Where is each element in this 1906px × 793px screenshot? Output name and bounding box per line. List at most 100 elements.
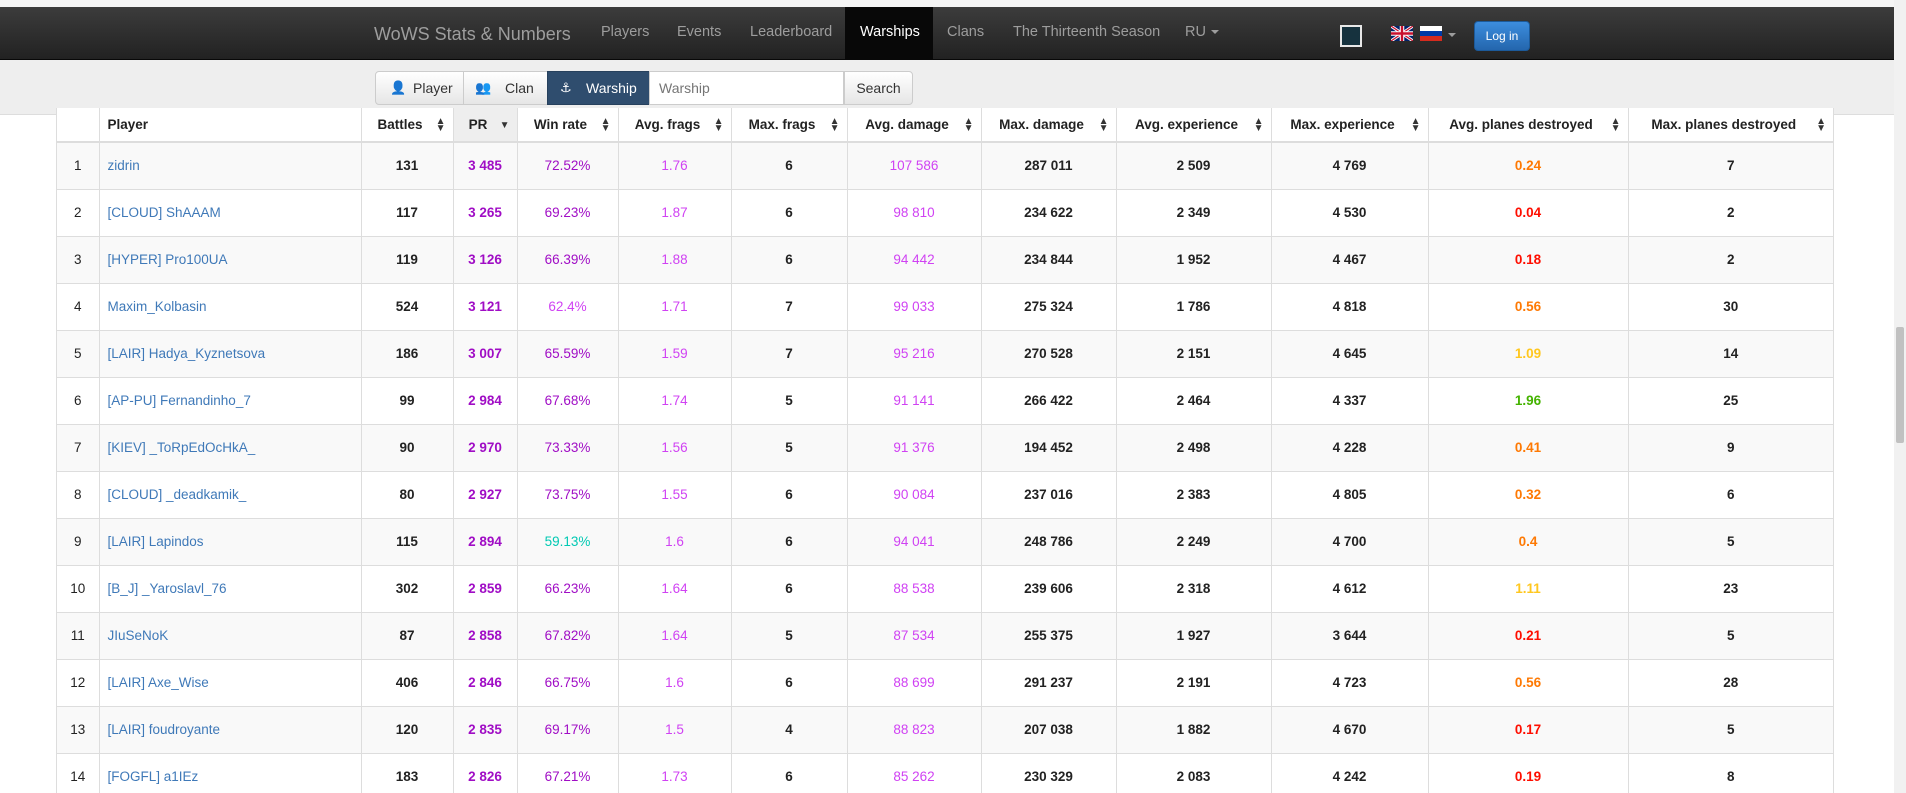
nav-leaderboard[interactable]: Leaderboard xyxy=(750,24,832,40)
table-row: 1 zidrin 131 3 485 72.52% 1.76 6 107 586 287 011… xyxy=(57,141,1833,189)
player-link[interactable]: [LAIR] foudroyante xyxy=(98,705,361,753)
player-link[interactable]: [LAIR] Hadya_Kyznetsova xyxy=(98,329,361,377)
player-link[interactable]: [CLOUD] _deadkamik_ xyxy=(98,470,361,518)
sort-icon: ▲ ▼ xyxy=(1410,116,1421,134)
nav-thirteenth-season[interactable]: The Thirteenth Season xyxy=(1013,24,1160,40)
header-avg-planes[interactable]: Avg. planes destroyed ▲ ▼ xyxy=(1427,108,1628,143)
avg-damage-cell: 91 141 xyxy=(846,376,981,424)
avg-frags-cell: 1.6 xyxy=(617,658,731,706)
player-link[interactable]: [LAIR] Lapindos xyxy=(98,517,361,565)
max-damage-cell: 194 452 xyxy=(980,423,1116,471)
nav-clans[interactable]: Clans xyxy=(947,24,984,40)
player-link[interactable]: [LAIR] Axe_Wise xyxy=(98,658,361,706)
search-tab-warship[interactable]: ⚓ Warship xyxy=(547,71,650,105)
scrollbar-thumb[interactable] xyxy=(1896,327,1904,443)
russia-flag-icon[interactable] xyxy=(1420,26,1442,41)
pr-cell: 2 970 xyxy=(452,423,517,471)
sort-icon: ▲ ▼ xyxy=(435,116,446,134)
max-experience-cell: 4 337 xyxy=(1270,376,1428,424)
header-pr[interactable]: PR ▼ xyxy=(452,108,517,143)
header-max-experience[interactable]: Max. experience ▲ ▼ xyxy=(1270,108,1428,143)
brand-link[interactable]: WoWS Stats & Numbers xyxy=(374,24,571,45)
max-planes-cell: 8 xyxy=(1627,752,1833,793)
avg-frags-cell: 1.87 xyxy=(617,188,731,236)
pr-cell: 3 126 xyxy=(452,235,517,283)
battles-cell: 115 xyxy=(360,517,453,565)
avg-damage-cell: 98 810 xyxy=(846,188,981,236)
chevron-down-icon xyxy=(1210,30,1219,35)
pr-cell: 3 265 xyxy=(452,188,517,236)
player-link[interactable]: Maxim_Kolbasin xyxy=(98,282,361,330)
max-experience-cell: 4 670 xyxy=(1270,705,1428,753)
max-planes-cell: 25 xyxy=(1627,376,1833,424)
max-planes-cell: 5 xyxy=(1627,705,1833,753)
win-rate-cell: 73.33% xyxy=(516,423,618,471)
max-damage-cell: 230 329 xyxy=(980,752,1116,793)
table-row: 10 [B_J] _Yaroslavl_76 302 2 859 66.23% 1.64 6… xyxy=(57,564,1833,612)
nav-region-dropdown[interactable]: RU xyxy=(1185,24,1219,40)
header-player[interactable]: Player xyxy=(98,108,361,143)
header-avg-damage[interactable]: Avg. damage ▲ ▼ xyxy=(846,108,981,143)
rank-cell: 13 xyxy=(57,705,99,753)
avg-frags-cell: 1.71 xyxy=(617,282,731,330)
header-max-frags[interactable]: Max. frags ▲ ▼ xyxy=(730,108,847,143)
max-planes-cell: 2 xyxy=(1627,235,1833,283)
avg-damage-cell: 90 084 xyxy=(846,470,981,518)
max-experience-cell: 4 805 xyxy=(1270,470,1428,518)
avg-frags-cell: 1.59 xyxy=(617,329,731,377)
battles-cell: 117 xyxy=(360,188,453,236)
battles-cell: 90 xyxy=(360,423,453,471)
nav-events[interactable]: Events xyxy=(677,24,721,40)
header-max-planes[interactable]: Max. planes destroyed ▲ ▼ xyxy=(1627,108,1833,143)
pr-cell: 2 859 xyxy=(452,564,517,612)
search-tab-clan[interactable]: 👥 Clan xyxy=(463,71,548,105)
player-link[interactable]: [B_J] _Yaroslavl_76 xyxy=(98,564,361,612)
avg-planes-cell: 0.41 xyxy=(1427,423,1628,471)
rank-cell: 7 xyxy=(57,423,99,471)
player-link[interactable]: [CLOUD] ShAAAM xyxy=(98,188,361,236)
avg-planes-cell: 1.11 xyxy=(1427,564,1628,612)
uk-flag-icon[interactable] xyxy=(1391,26,1413,41)
battles-cell: 131 xyxy=(360,141,453,189)
language-chevron-icon[interactable] xyxy=(1448,33,1456,37)
player-link[interactable]: [AP-PU] Fernandinho_7 xyxy=(98,376,361,424)
avg-planes-cell: 0.56 xyxy=(1427,658,1628,706)
theme-color-swatch[interactable] xyxy=(1340,25,1362,47)
table-row: 3 [HYPER] Pro100UA 119 3 126 66.39% 1.88 6 94 4… xyxy=(57,235,1833,283)
header-max-frags-label: Max. frags xyxy=(748,117,816,132)
player-link[interactable]: JIuSeNoK xyxy=(98,611,361,659)
nav-players[interactable]: Players xyxy=(601,24,649,40)
player-link[interactable]: [HYPER] Pro100UA xyxy=(98,235,361,283)
search-tab-player[interactable]: 👤 Player xyxy=(375,71,464,105)
max-planes-cell: 30 xyxy=(1627,282,1833,330)
avg-experience-cell: 1 882 xyxy=(1115,705,1271,753)
player-link[interactable]: zidrin xyxy=(98,141,361,189)
table-header-row: Player Battles ▲ ▼ PR ▼ Win rate ▲ ▼ Avg. fra… xyxy=(57,108,1833,143)
header-avg-damage-label: Avg. damage xyxy=(865,117,949,132)
max-frags-cell: 6 xyxy=(730,470,847,518)
login-button[interactable]: Log in xyxy=(1474,21,1530,51)
header-max-experience-label: Max. experience xyxy=(1290,117,1395,132)
header-avg-frags[interactable]: Avg. frags ▲ ▼ xyxy=(617,108,731,143)
table-row: 11 JIuSeNoK 87 2 858 67.82% 1.64 5 87 534 255 37… xyxy=(57,611,1833,659)
header-avg-experience[interactable]: Avg. experience ▲ ▼ xyxy=(1115,108,1271,143)
player-link[interactable]: [KIEV] _ToRpEdOcHkA_ xyxy=(98,423,361,471)
win-rate-cell: 67.68% xyxy=(516,376,618,424)
avg-frags-cell: 1.64 xyxy=(617,611,731,659)
table-row: 14 [FOGFL] a1IEz 183 2 826 67.21% 1.73 6 85 262… xyxy=(57,752,1833,793)
avg-experience-cell: 2 383 xyxy=(1115,470,1271,518)
rank-cell: 8 xyxy=(57,470,99,518)
header-battles[interactable]: Battles ▲ ▼ xyxy=(360,108,453,143)
warship-search-input[interactable] xyxy=(649,71,844,105)
header-max-damage[interactable]: Max. damage ▲ ▼ xyxy=(980,108,1116,143)
avg-planes-cell: 0.32 xyxy=(1427,470,1628,518)
player-link[interactable]: [FOGFL] a1IEz xyxy=(98,752,361,793)
ship-icon: ⚓ xyxy=(560,80,572,95)
table-row: 4 Maxim_Kolbasin 524 3 121 62.4% 1.71 7 99 033 2… xyxy=(57,282,1833,330)
sort-desc-icon: ▼ xyxy=(499,120,510,131)
nav-warships[interactable]: Warships xyxy=(845,7,933,59)
win-rate-cell: 66.23% xyxy=(516,564,618,612)
header-win-rate[interactable]: Win rate ▲ ▼ xyxy=(516,108,618,143)
search-button[interactable]: Search xyxy=(844,71,913,105)
rank-cell: 5 xyxy=(57,329,99,377)
